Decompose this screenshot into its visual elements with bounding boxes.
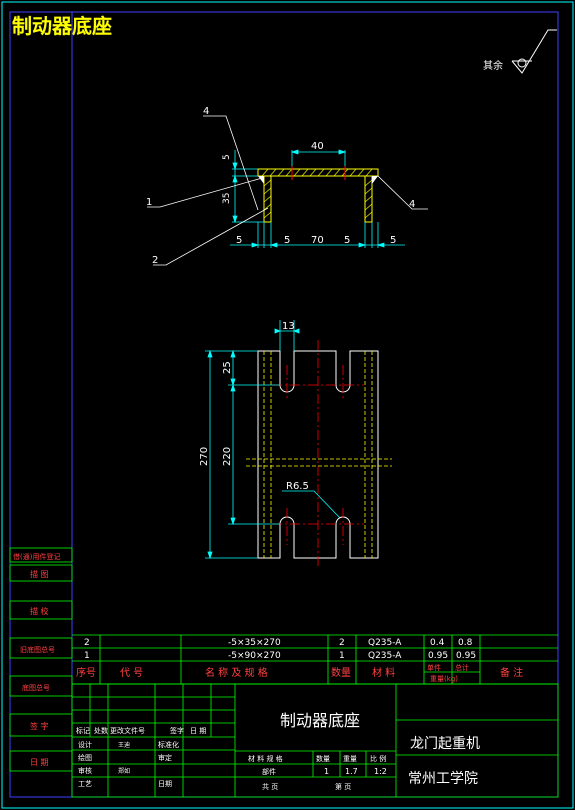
- bom-cell: 0.8: [458, 638, 473, 648]
- bom-cell: 0.4: [430, 638, 445, 648]
- plan-view: 13 25 220 270 R6.5: [199, 320, 392, 568]
- leader-2: 2: [152, 255, 158, 266]
- dim-40: [290, 149, 347, 166]
- date-label: 日期: [158, 780, 172, 788]
- leader-4-left: 4: [203, 106, 209, 117]
- dim-r65: [282, 490, 341, 519]
- rev-header: 标记: [76, 726, 90, 735]
- bom-header: 序号 代 号 名 称 及 规 格 数量 材 料 单件 总计 重量(kg) 备 注: [76, 663, 523, 683]
- bom-cell: Q235-A: [368, 651, 402, 661]
- left-plate-hatch: [263, 179, 272, 219]
- bom-cell: 0.95: [428, 651, 448, 661]
- qty-label: 数量: [316, 754, 330, 763]
- weld-right: [372, 176, 378, 184]
- dim-70-label: 70: [311, 235, 324, 246]
- bom-header-cell: 备 注: [500, 666, 523, 679]
- top-plate-hatch: [261, 168, 373, 177]
- rev-header: 更改文件号: [110, 726, 145, 735]
- side-label: 签 字: [30, 721, 49, 731]
- hidden-side-plates: [246, 351, 392, 558]
- approve-label: 审定: [158, 753, 172, 762]
- rev-header: 日 期: [190, 727, 206, 735]
- qty-value: 1: [324, 767, 329, 776]
- bom-cell: -5×90×270: [228, 651, 281, 661]
- bom-header-cell: 序号: [76, 666, 96, 679]
- std-label: 标准化: [158, 740, 179, 749]
- rev-header: 签字: [170, 726, 184, 735]
- dim-5b-label: 5: [284, 235, 290, 246]
- right-plate-hatch: [364, 179, 373, 219]
- weld-left: [258, 176, 264, 184]
- role-label: 绘图: [78, 753, 92, 762]
- dim-r65-label: R6.5: [286, 481, 309, 492]
- bom-header-cell: 数量: [331, 666, 351, 679]
- dim-5c-label: 5: [344, 235, 350, 246]
- sheets-total: 共 页: [262, 782, 278, 791]
- bom-header-cell: 单件: [427, 663, 441, 672]
- bom-cell: 1: [339, 651, 345, 661]
- side-label: 描 图: [30, 569, 49, 579]
- bom-cell: 2: [84, 638, 90, 648]
- dim-35-label: 35: [222, 193, 232, 204]
- leader-1: 1: [146, 197, 152, 208]
- side-label: 日 期: [30, 758, 49, 767]
- drawing-title: 制动器底座: [12, 14, 112, 38]
- side-labels: 借(通)用件登记 描 图 描 校 旧底图总号 底图总号 签 字 日 期: [13, 552, 60, 767]
- role-label: 审核: [78, 766, 92, 775]
- bom-header-cell: 代 号: [120, 667, 143, 679]
- outer-border: [1, 1, 574, 809]
- top-plate: [257, 168, 379, 177]
- role-value: 郑如: [118, 767, 130, 775]
- product-name: 龙门起重机: [410, 736, 480, 752]
- bom-cell: 0.95: [456, 651, 476, 661]
- side-label: 旧底图总号: [20, 645, 55, 654]
- dim-13-label: 13: [282, 321, 295, 332]
- title-block: [71, 683, 559, 798]
- side-boxes: [9, 547, 73, 772]
- scale-value: 1:2: [374, 767, 387, 776]
- leader-4-right: 4: [409, 199, 415, 210]
- bom-cell: 1: [84, 651, 90, 661]
- roughness-note: 其余: [483, 59, 503, 72]
- bom-header-cell: 总计: [455, 663, 469, 672]
- dim-220-label: 220: [222, 447, 233, 466]
- bom-cell: -5×35×270: [228, 638, 281, 648]
- side-label: 借(通)用件登记: [13, 552, 60, 561]
- dim-vertical-left: [232, 150, 264, 224]
- bom-cell: 2: [339, 638, 345, 648]
- school-name: 常州工学院: [408, 771, 478, 787]
- role-label: 设计: [78, 740, 92, 749]
- dim-5-top-label: 5: [222, 154, 232, 160]
- scale-label: 比 例: [370, 754, 386, 763]
- dim-40-label: 40: [311, 141, 324, 152]
- roughness-icon: [511, 29, 557, 74]
- cad-drawing: 制动器底座 其余 40 5 35 5 5 70 5 5 4 1 2 4 13 2…: [1, 1, 574, 809]
- weight-value: 1.7: [345, 767, 358, 776]
- bom-header-cell: 重量(kg): [430, 675, 458, 683]
- dim-5d-label: 5: [390, 235, 396, 246]
- mat-spec-label: 材 料 规 格: [248, 754, 283, 763]
- bom-row-2: 2 -5×35×270 2 Q235-A 0.4 0.8: [84, 638, 473, 648]
- dim-270-label: 270: [199, 447, 210, 466]
- side-label: 描 校: [30, 606, 49, 616]
- drawing-name: 制动器底座: [280, 711, 360, 730]
- side-label: 底图总号: [22, 683, 50, 692]
- bom-row-1: 1 -5×90×270 1 Q235-A 0.95 0.95: [84, 651, 476, 661]
- dim-5a-label: 5: [236, 235, 242, 246]
- part-type: 部件: [262, 767, 276, 776]
- role-value: 王迪: [118, 741, 130, 749]
- inner-frame: [71, 11, 559, 798]
- bom-table: [72, 634, 558, 685]
- section-view: 40 5 35 5 5 70 5 5 4 1 2 4: [146, 106, 428, 266]
- dim-25-label: 25: [222, 361, 233, 374]
- weight-label: 重量: [343, 755, 357, 763]
- bom-cell: Q235-A: [368, 638, 402, 648]
- rev-header: 处数: [94, 726, 108, 735]
- bom-header-cell: 名 称 及 规 格: [205, 666, 268, 679]
- bom-header-cell: 材 料: [372, 666, 395, 679]
- dim-vertical-plan: [205, 349, 280, 560]
- binding-strip: [9, 11, 73, 798]
- role-label: 工艺: [78, 780, 92, 788]
- sheet-no: 第 页: [335, 782, 351, 791]
